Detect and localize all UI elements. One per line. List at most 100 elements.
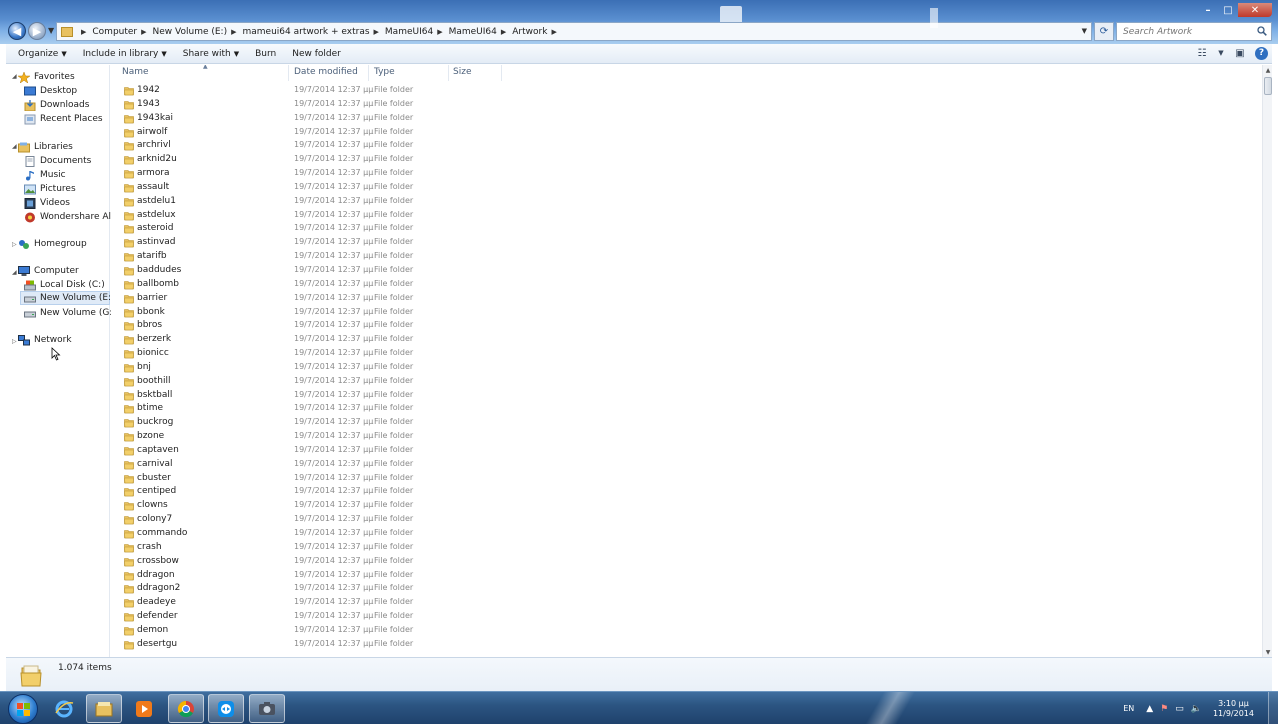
column-header-name[interactable]: Name — [122, 67, 149, 77]
table-row[interactable]: cbuster 19/7/2014 12:37 μμ File folder — [111, 472, 1262, 486]
column-divider[interactable] — [501, 65, 502, 81]
taskbar-teamviewer[interactable] — [208, 694, 244, 723]
table-row[interactable]: boothill 19/7/2014 12:37 μμ File folder — [111, 375, 1262, 389]
table-row[interactable]: desertgu 19/7/2014 12:37 μμ File folder — [111, 638, 1262, 652]
nav-recent-places[interactable]: Recent Places — [24, 112, 103, 126]
breadcrumb-mameui64[interactable]: MameUI64 — [385, 27, 433, 37]
title-bar[interactable]: – □ ✕ ◀ ▶ ▼ ▶ Computer ▶ New Volume (E:)… — [0, 0, 1278, 44]
breadcrumb-mameui64-artwork-extras[interactable]: mameui64 artwork + extras — [243, 27, 370, 37]
nav-new-volume-e[interactable]: New Volume (E:) — [20, 291, 115, 305]
table-row[interactable]: buckrog 19/7/2014 12:37 μμ File folder — [111, 416, 1262, 430]
expand-icon[interactable]: ▷ — [12, 241, 17, 248]
chevron-right-icon[interactable]: ▶ — [374, 28, 379, 36]
breadcrumb-computer[interactable]: Computer — [92, 27, 137, 37]
back-button[interactable]: ◀ — [8, 22, 26, 40]
table-row[interactable]: asteroid 19/7/2014 12:37 μμ File folder — [111, 222, 1262, 236]
taskbar-file-explorer[interactable] — [86, 694, 122, 723]
nav-computer[interactable]: Computer — [18, 264, 79, 278]
column-divider[interactable] — [368, 65, 369, 81]
change-view-icon[interactable]: ☷ — [1195, 46, 1209, 60]
action-center-flag-icon[interactable]: ⚑ — [1160, 704, 1168, 714]
nav-homegroup[interactable]: Homegroup — [18, 237, 87, 251]
column-header-size[interactable]: Size — [453, 67, 471, 77]
chevron-right-icon[interactable]: ▶ — [141, 28, 146, 36]
search-box[interactable] — [1116, 22, 1272, 41]
table-row[interactable]: assault 19/7/2014 12:37 μμ File folder — [111, 181, 1262, 195]
table-row[interactable]: btime 19/7/2014 12:37 μμ File folder — [111, 402, 1262, 416]
table-row[interactable]: commando 19/7/2014 12:37 μμ File folder — [111, 527, 1262, 541]
nav-network[interactable]: Network — [18, 333, 72, 347]
table-row[interactable]: ddragon2 19/7/2014 12:37 μμ File folder — [111, 582, 1262, 596]
maximize-button[interactable]: □ — [1218, 3, 1238, 17]
table-row[interactable]: bbros 19/7/2014 12:37 μμ File folder — [111, 319, 1262, 333]
expand-icon[interactable]: ◢ — [12, 269, 17, 276]
column-header-type[interactable]: Type — [374, 67, 395, 77]
chevron-down-icon[interactable]: ▼ — [1217, 46, 1225, 60]
nav-favorites[interactable]: Favorites — [18, 70, 75, 84]
table-row[interactable]: demon 19/7/2014 12:37 μμ File folder — [111, 624, 1262, 638]
network-status-icon[interactable]: ▭ — [1175, 704, 1184, 714]
breadcrumb-artwork[interactable]: Artwork — [512, 27, 547, 37]
table-row[interactable]: airwolf 19/7/2014 12:37 μμ File folder — [111, 126, 1262, 140]
table-row[interactable]: berzerk 19/7/2014 12:37 μμ File folder — [111, 333, 1262, 347]
nav-videos[interactable]: Videos — [24, 196, 70, 210]
address-bar[interactable]: ▶ Computer ▶ New Volume (E:) ▶ mameui64 … — [56, 22, 1092, 41]
table-row[interactable]: 1942 19/7/2014 12:37 μμ File folder — [111, 84, 1262, 98]
table-row[interactable]: 1943kai 19/7/2014 12:37 μμ File folder — [111, 112, 1262, 126]
preview-pane-icon[interactable]: ▣ — [1233, 46, 1247, 60]
volume-icon[interactable]: 🔈 — [1191, 704, 1202, 714]
show-hidden-icons-icon[interactable]: ▲ — [1146, 704, 1153, 714]
table-row[interactable]: bbonk 19/7/2014 12:37 μμ File folder — [111, 306, 1262, 320]
scroll-up-icon[interactable]: ▲ — [1263, 65, 1273, 75]
vertical-scrollbar[interactable]: ▲ ▼ — [1262, 65, 1272, 657]
forward-button[interactable]: ▶ — [28, 22, 46, 40]
include-in-library-button[interactable]: Include in library ▼ — [75, 49, 175, 59]
table-row[interactable]: clowns 19/7/2014 12:37 μμ File folder — [111, 499, 1262, 513]
chevron-right-icon[interactable]: ▶ — [231, 28, 236, 36]
table-row[interactable]: 1943 19/7/2014 12:37 μμ File folder — [111, 98, 1262, 112]
table-row[interactable]: ballbomb 19/7/2014 12:37 μμ File folder — [111, 278, 1262, 292]
nav-desktop[interactable]: Desktop — [24, 84, 77, 98]
language-indicator[interactable]: EN — [1123, 704, 1134, 713]
burn-button[interactable]: Burn — [247, 49, 284, 59]
new-folder-button[interactable]: New folder — [284, 49, 349, 59]
taskbar-media-player[interactable] — [126, 694, 162, 723]
table-row[interactable]: baddudes 19/7/2014 12:37 μμ File folder — [111, 264, 1262, 278]
table-row[interactable]: atarifb 19/7/2014 12:37 μμ File folder — [111, 250, 1262, 264]
scroll-down-icon[interactable]: ▼ — [1263, 647, 1273, 657]
scroll-thumb[interactable] — [1264, 77, 1272, 95]
table-row[interactable]: colony7 19/7/2014 12:37 μμ File folder — [111, 513, 1262, 527]
taskbar-chrome[interactable] — [168, 694, 204, 723]
table-row[interactable]: armora 19/7/2014 12:37 μμ File folder — [111, 167, 1262, 181]
table-row[interactable]: defender 19/7/2014 12:37 μμ File folder — [111, 610, 1262, 624]
refresh-button[interactable]: ⟳ — [1094, 22, 1114, 41]
nav-documents[interactable]: Documents — [24, 154, 91, 168]
table-row[interactable]: deadeye 19/7/2014 12:37 μμ File folder — [111, 596, 1262, 610]
search-input[interactable] — [1123, 26, 1253, 37]
address-history-dropdown-icon[interactable]: ▼ — [1082, 27, 1087, 35]
table-row[interactable]: astinvad 19/7/2014 12:37 μμ File folder — [111, 236, 1262, 250]
table-row[interactable]: astdelu1 19/7/2014 12:37 μμ File folder — [111, 195, 1262, 209]
close-button[interactable]: ✕ — [1238, 3, 1272, 17]
table-row[interactable]: crash 19/7/2014 12:37 μμ File folder — [111, 541, 1262, 555]
table-row[interactable]: centiped 19/7/2014 12:37 μμ File folder — [111, 485, 1262, 499]
chevron-right-icon[interactable]: ▶ — [437, 28, 442, 36]
taskbar-camera-app[interactable] — [249, 694, 285, 723]
chevron-right-icon[interactable]: ▶ — [551, 28, 556, 36]
expand-icon[interactable]: ◢ — [12, 143, 17, 150]
nav-local-disk-c[interactable]: Local Disk (C:) — [24, 278, 105, 292]
table-row[interactable]: bzone 19/7/2014 12:37 μμ File folder — [111, 430, 1262, 444]
start-button[interactable] — [8, 694, 38, 724]
table-row[interactable]: carnival 19/7/2014 12:37 μμ File folder — [111, 458, 1262, 472]
nav-downloads[interactable]: Downloads — [24, 98, 89, 112]
table-row[interactable]: bsktball 19/7/2014 12:37 μμ File folder — [111, 389, 1262, 403]
column-header-date-modified[interactable]: Date modified — [294, 67, 358, 77]
column-divider[interactable] — [288, 65, 289, 81]
chevron-right-icon[interactable]: ▶ — [501, 28, 506, 36]
nav-pictures[interactable]: Pictures — [24, 182, 76, 196]
table-row[interactable]: archrivl 19/7/2014 12:37 μμ File folder — [111, 139, 1262, 153]
expand-icon[interactable]: ▷ — [12, 338, 17, 345]
chevron-right-icon[interactable]: ▶ — [81, 28, 86, 36]
table-row[interactable]: bionicc 19/7/2014 12:37 μμ File folder — [111, 347, 1262, 361]
table-row[interactable]: astdelux 19/7/2014 12:37 μμ File folder — [111, 209, 1262, 223]
